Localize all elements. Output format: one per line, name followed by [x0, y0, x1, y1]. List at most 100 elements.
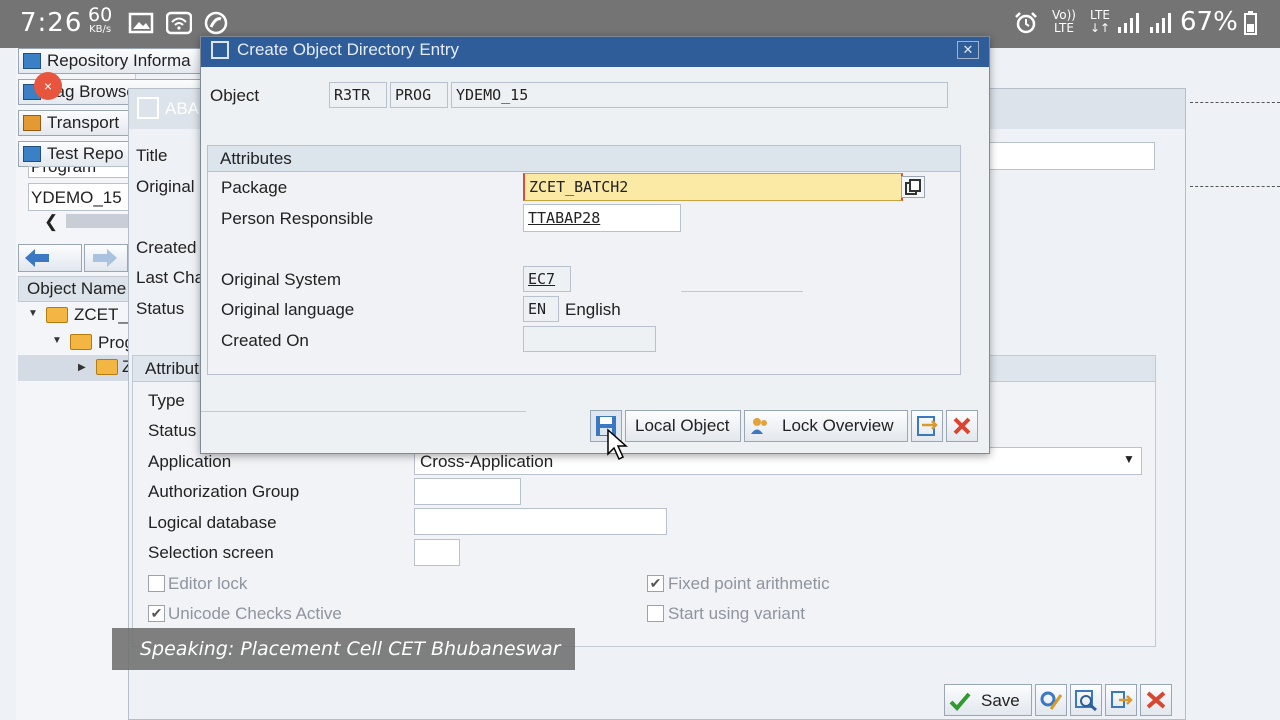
- cancel-icon: [953, 417, 971, 435]
- transport-icon: [23, 115, 41, 131]
- mouse-cursor-icon: [607, 428, 628, 461]
- package-input[interactable]: ZCET_BATCH2: [523, 173, 903, 201]
- transfer-button[interactable]: [1105, 684, 1137, 716]
- unicode-checks-label: Unicode Checks Active: [168, 604, 342, 623]
- created-label: Created: [136, 238, 197, 257]
- network-speed: 60 KB/s: [88, 4, 113, 35]
- title-input[interactable]: [988, 142, 1155, 170]
- gallery-icon: [128, 12, 154, 34]
- arrow-right-icon: [93, 249, 117, 267]
- tree-header: Object Name: [18, 276, 130, 302]
- magnifier-icon: [1075, 690, 1097, 711]
- fixed-point-label: Fixed point arithmetic: [668, 574, 830, 593]
- find-button[interactable]: [1070, 684, 1102, 716]
- battery-icon: [1244, 11, 1257, 35]
- horizontal-scrollbar[interactable]: [66, 214, 136, 228]
- original-language-name: English: [565, 300, 621, 319]
- edit-settings-button[interactable]: [1035, 684, 1067, 716]
- lock-overview-button[interactable]: Lock Overview: [744, 410, 908, 442]
- dialog-title: Create Object Directory Entry: [237, 40, 460, 59]
- copy-icon: [905, 179, 921, 195]
- users-icon: [751, 418, 767, 434]
- divider: [681, 291, 803, 292]
- back-nav-button[interactable]: [18, 244, 82, 272]
- editor-lock-checkbox[interactable]: [148, 575, 165, 592]
- expand-icon[interactable]: ▶: [78, 362, 86, 373]
- title-label: Title: [136, 146, 168, 165]
- repository-info-button[interactable]: Repository Informa: [18, 48, 208, 74]
- application-label: Application: [148, 452, 232, 471]
- folder-icon: [70, 334, 92, 350]
- save-button[interactable]: Save: [944, 684, 1032, 716]
- object-label: Object: [210, 86, 260, 105]
- logical-database-input[interactable]: [414, 508, 667, 535]
- folder-icon: [96, 359, 118, 375]
- status-label: Status: [136, 299, 185, 318]
- dialog-cancel-button[interactable]: [946, 410, 978, 442]
- wifi-icon: [166, 11, 192, 35]
- test-icon: [23, 146, 41, 162]
- start-variant-checkbox[interactable]: [647, 605, 664, 622]
- divider: [1190, 102, 1280, 103]
- sync-icon: [204, 11, 228, 35]
- package-label: Package: [221, 178, 288, 197]
- unicode-checks-checkbox[interactable]: ✔: [148, 605, 165, 622]
- transport-request-button[interactable]: [911, 410, 943, 442]
- dropdown-arrow-icon: ▼: [1123, 452, 1135, 466]
- original-system-field: EC7: [523, 266, 571, 292]
- person-responsible-input[interactable]: TTABAP28: [523, 204, 681, 232]
- tree-item-package[interactable]: ZCET_: [74, 305, 128, 325]
- expand-icon[interactable]: ▼: [28, 308, 38, 319]
- folder-icon: [46, 307, 68, 323]
- person-responsible-label: Person Responsible: [221, 209, 374, 228]
- value-help-button[interactable]: [901, 176, 925, 198]
- local-object-button[interactable]: Local Object: [625, 410, 741, 442]
- window-icon: [137, 97, 159, 119]
- attributes-header: Attributes: [208, 146, 960, 172]
- type-label: Type: [148, 391, 185, 410]
- expand-icon[interactable]: ▼: [52, 335, 62, 346]
- authorization-group-input[interactable]: [414, 478, 521, 505]
- original-language-code: EN: [523, 296, 559, 322]
- object-type-field: PROG: [390, 82, 448, 108]
- close-icon[interactable]: ×: [34, 72, 62, 100]
- volte-label: Vo)) LTE: [1052, 8, 1076, 35]
- lte-label: LTE ↓↑: [1089, 8, 1111, 35]
- signal-icon-2: [1150, 13, 1171, 33]
- editor-lock-label: Editor lock: [168, 574, 248, 593]
- create-object-directory-dialog: Create Object Directory Entry ✕ Object R…: [200, 36, 990, 454]
- forward-nav-button[interactable]: [84, 244, 128, 272]
- dialog-icon: [211, 41, 229, 59]
- divider: [201, 411, 526, 412]
- start-variant-label: Start using variant: [668, 604, 806, 623]
- object-type-select[interactable]: Program: [28, 166, 138, 178]
- object-name-input[interactable]: YDEMO_15: [28, 183, 138, 211]
- battery-percent: 67%: [1180, 7, 1238, 37]
- clock: 7:26: [20, 8, 83, 38]
- cancel-button[interactable]: [1140, 684, 1172, 716]
- original-language-label: Original language: [221, 300, 355, 319]
- original-system-label: Original System: [221, 270, 341, 289]
- scroll-left-icon[interactable]: ❮: [44, 212, 58, 232]
- divider: [1190, 186, 1280, 187]
- selection-screen-label: Selection screen: [148, 543, 274, 562]
- status-label: Status: [148, 421, 197, 440]
- selection-screen-input[interactable]: [414, 539, 460, 566]
- created-on-field: [523, 326, 656, 352]
- dialog-close-button[interactable]: ✕: [957, 41, 979, 59]
- transfer-icon: [1111, 691, 1133, 708]
- dialog-title-bar: Create Object Directory Entry: [201, 37, 989, 67]
- logical-database-label: Logical database: [148, 513, 277, 532]
- settings-icon: [1040, 691, 1063, 710]
- authorization-group-label: Authorization Group: [148, 482, 300, 501]
- transport-request-icon: [917, 416, 938, 436]
- object-pgmid-field: R3TR: [329, 82, 387, 108]
- object-name-field: YDEMO_15: [451, 82, 948, 108]
- arrow-left-icon: [25, 249, 49, 267]
- repository-icon: [23, 53, 41, 69]
- original-language-label: Original l: [136, 177, 204, 196]
- alarm-icon: [1015, 12, 1037, 34]
- created-on-label: Created On: [221, 331, 309, 350]
- fixed-point-checkbox[interactable]: ✔: [647, 575, 664, 592]
- signal-icon: [1118, 13, 1139, 33]
